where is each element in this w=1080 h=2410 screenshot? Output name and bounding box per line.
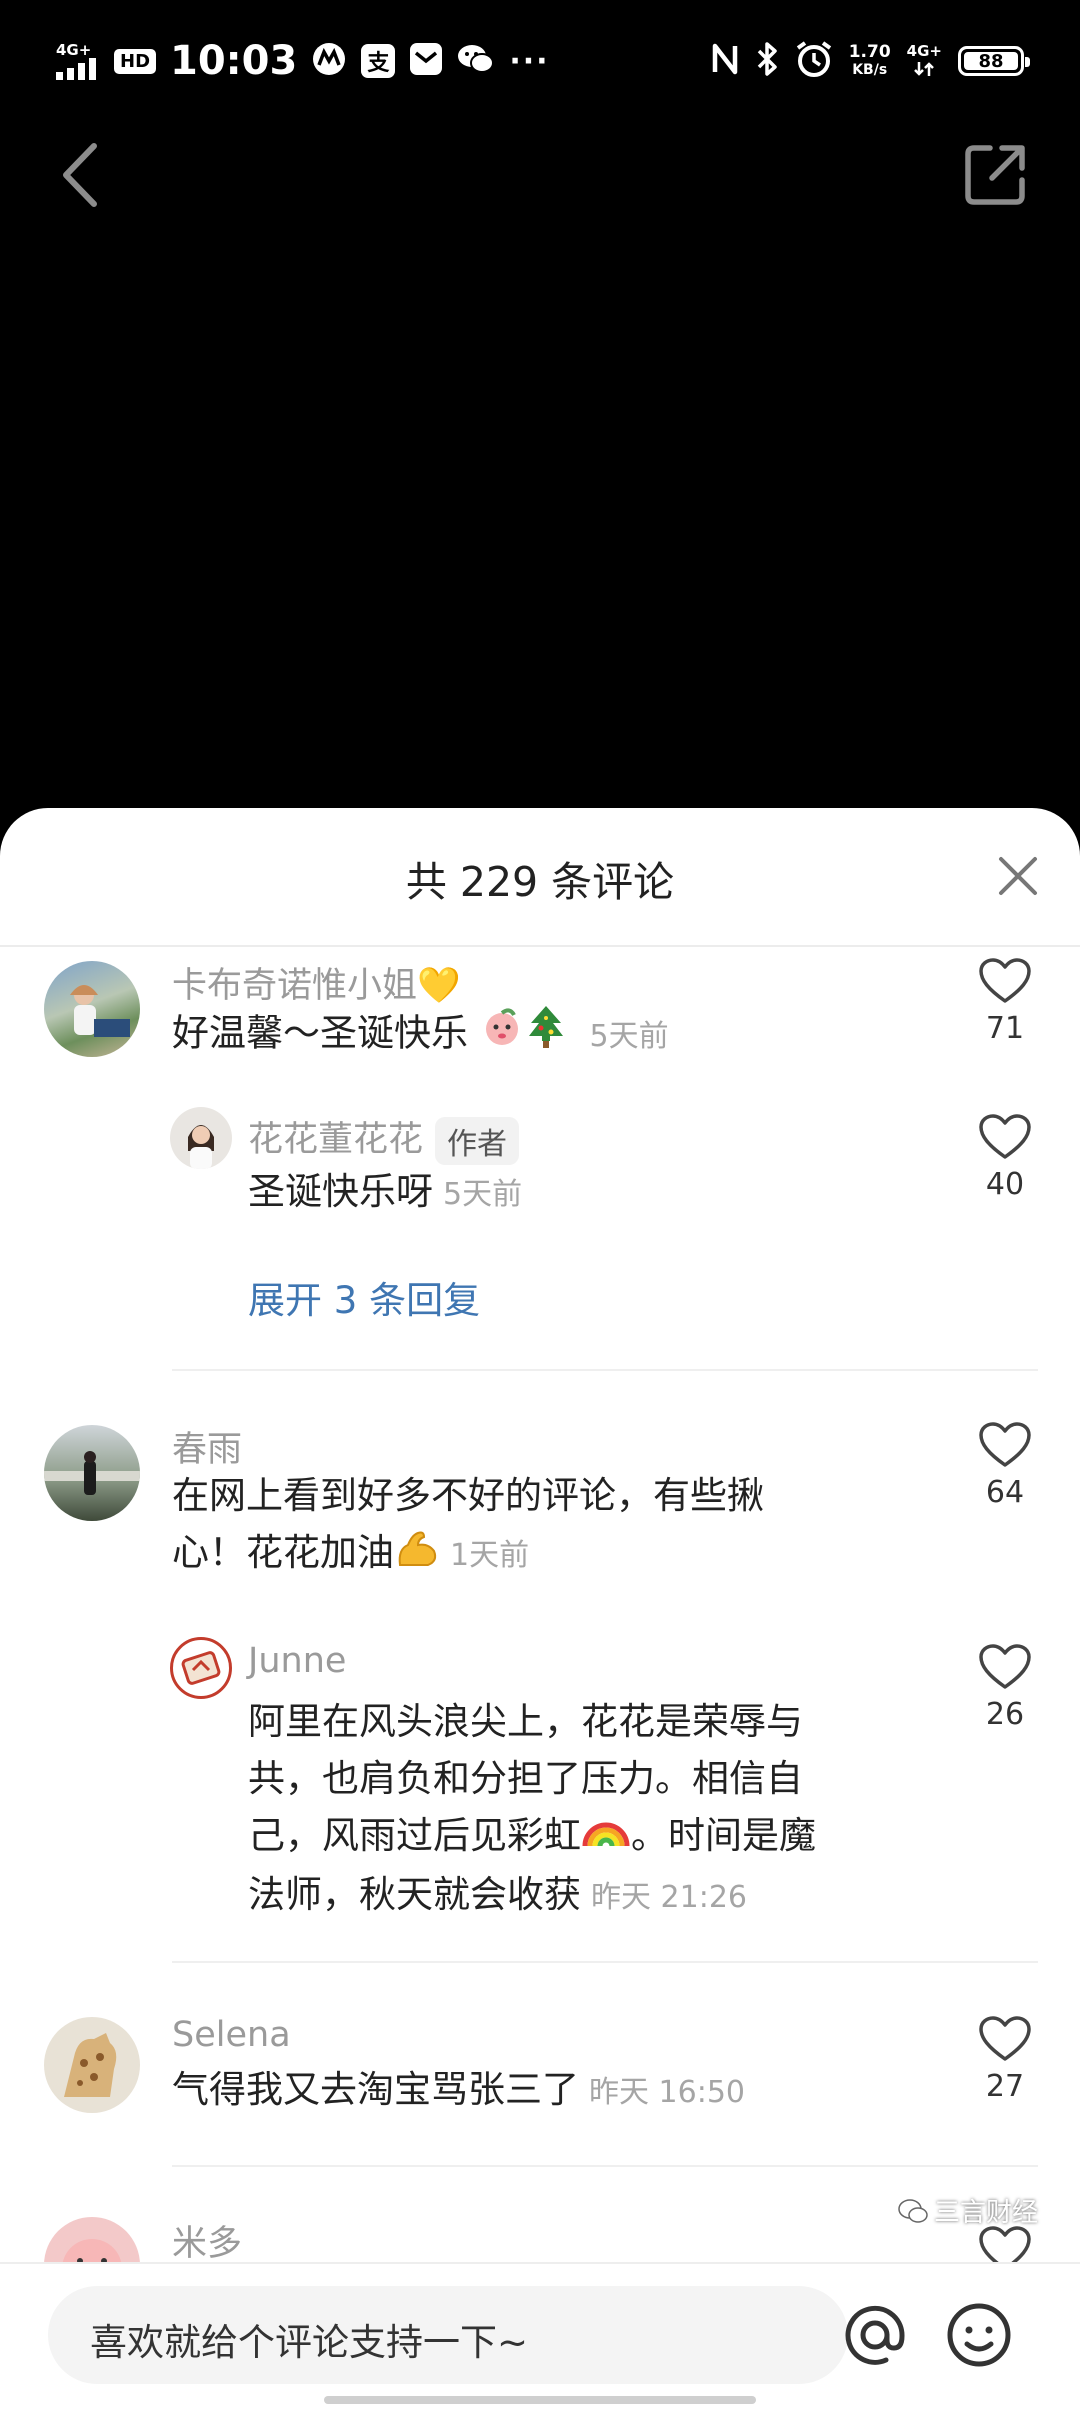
like-button[interactable]: 71 <box>970 957 1040 1046</box>
avatar[interactable] <box>170 1107 232 1169</box>
reply-text: 圣诞快乐呀 5天前 <box>248 1170 523 1213</box>
divider <box>172 1369 1038 1371</box>
comment-time: 5天前 <box>589 1018 669 1054</box>
like-button[interactable]: 26 <box>970 1643 1040 1732</box>
like-count: 26 <box>985 1697 1025 1732</box>
watermark: 三言财经 <box>898 2192 1038 2229</box>
comment-input-bar: 喜欢就给个评论支持一下~ <box>0 2262 1080 2410</box>
comment-sheet: 共 229 条评论 卡布奇诺惟小姐💛 好温馨～圣诞快乐 5天前 71 花花董花花… <box>0 808 1080 2408</box>
like-button[interactable]: 27 <box>970 2015 1040 2104</box>
share-button[interactable] <box>962 142 1028 208</box>
mention-button[interactable] <box>840 2300 910 2370</box>
commenter-name[interactable]: 米多 <box>172 2215 242 2266</box>
alipay-app-icon: 支 <box>361 44 396 78</box>
network-type: 4G+ <box>56 40 92 59</box>
reply-name[interactable]: Junne <box>248 1641 346 1681</box>
like-button[interactable]: 40 <box>970 1113 1040 1202</box>
comment-text: 气得我又去淘宝骂张三了 昨天 16:50 <box>172 2068 745 2111</box>
like-count: 71 <box>985 1011 1025 1046</box>
comment-input[interactable]: 喜欢就给个评论支持一下~ <box>48 2286 848 2384</box>
author-badge: 作者 <box>435 1117 520 1165</box>
hd-voice-badge: HD <box>114 48 157 74</box>
nfc-icon <box>711 42 739 80</box>
reply-name[interactable]: 花花董花花 <box>248 1120 423 1160</box>
share-icon <box>965 145 1025 205</box>
like-count: 40 <box>985 1167 1025 1202</box>
alarm-icon <box>795 40 833 82</box>
back-button[interactable] <box>56 140 104 210</box>
avatar[interactable] <box>44 2017 140 2113</box>
close-button[interactable] <box>995 853 1041 899</box>
comment-input-placeholder: 喜欢就给个评论支持一下~ <box>90 2321 529 2364</box>
commenter-name[interactable]: 卡布奇诺惟小姐💛 <box>172 957 461 1008</box>
reply-time: 5天前 <box>443 1177 523 1212</box>
like-button[interactable]: 64 <box>970 1421 1040 1510</box>
at-sign-icon <box>845 2305 905 2365</box>
commenter-name[interactable]: Selena <box>172 2015 291 2055</box>
avatar[interactable] <box>170 1637 232 1699</box>
reply-author-name: 花花董花花 作者 <box>248 1111 520 1165</box>
smiley-icon <box>947 2303 1011 2367</box>
rainbow-emoji-icon <box>581 1809 631 1866</box>
mobile-data-icon: 4G+ <box>907 43 942 79</box>
expand-replies-link[interactable]: 展开 3 条回复 <box>248 1270 480 1324</box>
avatar[interactable] <box>44 1425 140 1521</box>
metro-app-icon <box>311 41 347 81</box>
comment-time: 1天前 <box>450 1538 530 1573</box>
home-indicator <box>324 2396 756 2404</box>
divider <box>172 2165 1038 2167</box>
comment-text: 在网上看到好多不好的评论，有些揪 心！花花加油 1天前 <box>172 1467 912 1585</box>
heart-icon <box>979 958 1031 1003</box>
reply-time: 昨天 21:26 <box>591 1880 747 1915</box>
sheet-header: 共 229 条评论 <box>0 808 1080 947</box>
comment-time: 昨天 16:50 <box>589 2075 745 2110</box>
heart-icon <box>979 1422 1031 1467</box>
christmas-tree-emoji-icon <box>524 1003 568 1067</box>
emoji-button[interactable] <box>944 2300 1014 2370</box>
wechat-app-icon <box>457 42 495 80</box>
message-app-icon <box>409 42 443 80</box>
network-speed: 1.70 KB/s <box>848 42 891 78</box>
clock: 10:03 <box>170 38 298 84</box>
wechat-logo-icon <box>898 2198 928 2223</box>
back-arrow-icon <box>63 143 97 207</box>
battery-icon: 88 <box>958 46 1030 76</box>
like-count: 27 <box>985 2069 1025 2104</box>
heart-icon <box>979 2016 1031 2061</box>
avatar[interactable] <box>44 961 140 1057</box>
peach-emoji-icon <box>480 1005 524 1065</box>
heart-icon <box>979 1114 1031 1159</box>
comment-count-title: 共 229 条评论 <box>405 858 675 906</box>
signal-icon: 4G+ <box>56 40 100 80</box>
reply-text: 阿里在风头浪尖上，花花是荣辱与 共，也肩负和分担了压力。相信自 己，风雨过后见彩… <box>248 1700 816 1916</box>
commenter-name[interactable]: 春雨 <box>172 1421 242 1472</box>
like-count: 64 <box>985 1475 1025 1510</box>
close-icon <box>999 857 1037 895</box>
comment-text: 好温馨～圣诞快乐 5天前 <box>172 1003 669 1067</box>
heart-icon <box>979 1644 1031 1689</box>
divider <box>172 1961 1038 1963</box>
flexed-biceps-emoji-icon <box>394 1525 440 1585</box>
bluetooth-icon <box>755 41 779 81</box>
more-notifications-icon: ··· <box>509 43 550 79</box>
status-bar: 4G+ HD 10:03 支 ··· 1.70 KB/s 4G+ 88 <box>0 0 1080 120</box>
